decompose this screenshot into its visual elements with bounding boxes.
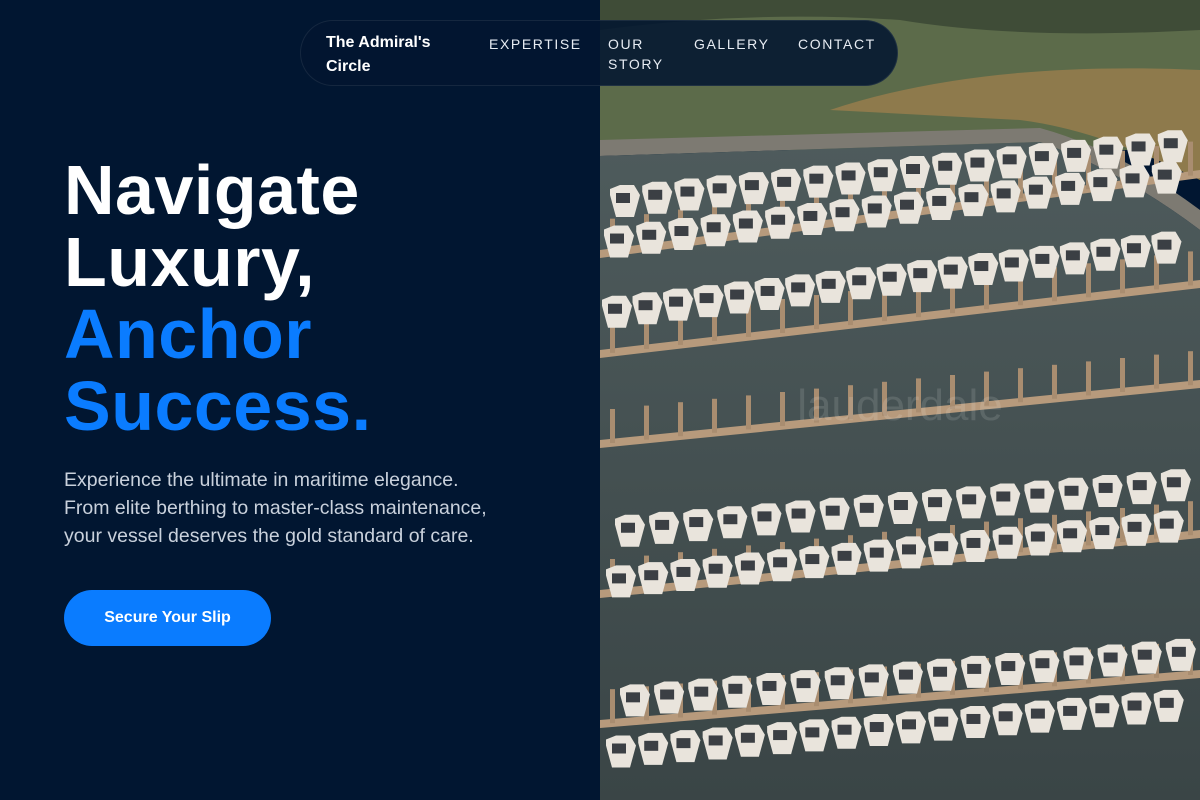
dock-finger bbox=[780, 392, 785, 426]
dock-finger bbox=[1120, 259, 1125, 294]
marina-photo: lauderdale bbox=[600, 0, 1200, 800]
dock-finger bbox=[1120, 358, 1125, 392]
brand-logo[interactable]: The Admiral's Circle bbox=[326, 31, 456, 79]
hero-title: Navigate Luxury, Anchor Success. bbox=[64, 154, 372, 442]
hero-title-line-1: Navigate bbox=[64, 151, 360, 229]
dock-finger bbox=[610, 689, 615, 724]
marina-image: lauderdale bbox=[600, 0, 1200, 800]
dock-finger bbox=[1052, 364, 1057, 399]
dock-finger bbox=[1188, 251, 1193, 286]
hero-subtitle-line-1: Experience the ultimate in maritime eleg… bbox=[64, 469, 459, 491]
dock-finger bbox=[1086, 361, 1091, 396]
nav-link-expertise[interactable]: EXPERTISE bbox=[489, 34, 582, 54]
top-navbar: The Admiral's Circle EXPERTISE OUR STORY… bbox=[300, 20, 898, 86]
dock-finger bbox=[1086, 263, 1091, 298]
dock-finger bbox=[1188, 501, 1193, 536]
hero-accent-line-2: Success. bbox=[64, 367, 372, 445]
dock-finger bbox=[780, 299, 785, 333]
dock-finger bbox=[712, 398, 717, 433]
dock-finger bbox=[644, 405, 649, 440]
hero-subtitle-line-2: From elite berthing to master-class main… bbox=[64, 497, 487, 519]
dock-finger bbox=[1154, 354, 1159, 389]
nav-link-gallery[interactable]: GALLERY bbox=[694, 34, 770, 54]
dock-finger bbox=[610, 409, 615, 443]
nav-link-our-story[interactable]: OUR STORY bbox=[608, 34, 678, 74]
moored-boat bbox=[1125, 133, 1156, 166]
hero-accent-line-1: Anchor bbox=[64, 295, 312, 373]
hero-subtitle: Experience the ultimate in maritime eleg… bbox=[64, 466, 544, 550]
nav-link-contact[interactable]: CONTACT bbox=[798, 34, 876, 54]
hero-subtitle-line-3: your vessel deserves the gold standard o… bbox=[64, 525, 474, 547]
watermark-text: lauderdale bbox=[797, 381, 1003, 430]
dock-finger bbox=[746, 395, 751, 430]
dock-finger bbox=[1018, 368, 1023, 403]
hero-title-line-2: Luxury, bbox=[64, 223, 316, 301]
hero-panel: Navigate Luxury, Anchor Success. Experie… bbox=[0, 0, 600, 800]
dock-finger bbox=[1188, 141, 1193, 176]
dock-finger bbox=[678, 402, 683, 437]
secure-your-slip-button[interactable]: Secure Your Slip bbox=[64, 590, 271, 646]
dock-finger bbox=[814, 295, 819, 330]
dock-finger bbox=[1188, 351, 1193, 386]
